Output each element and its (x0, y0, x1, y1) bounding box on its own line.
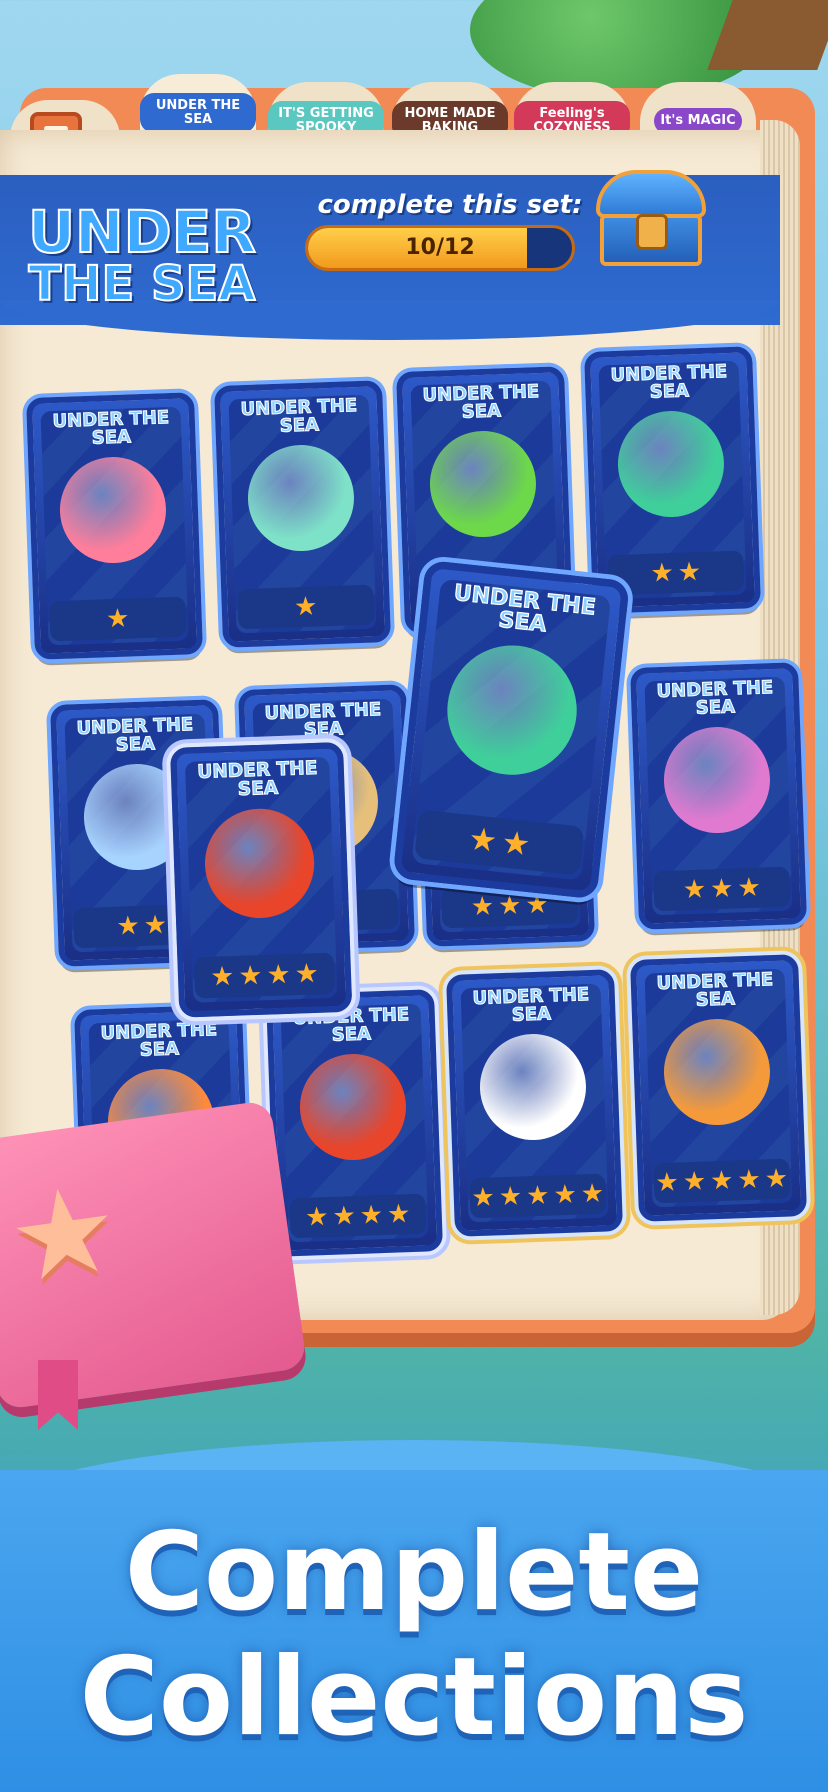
star-icon: ★ (709, 873, 734, 905)
star-icon: ★ (386, 1199, 411, 1230)
featured-crab-card[interactable]: UNDER THE SEA ★ ★ ★ ★ (170, 741, 353, 1018)
bunny-diver-card[interactable]: UNDER THE SEA ★ ★ ★ ★ ★ (446, 969, 624, 1237)
set-progress-text: 10/12 (405, 235, 475, 260)
star-icon: ★ (736, 872, 762, 904)
star-icon: ★ (497, 890, 522, 922)
star-icon: ★ (655, 1167, 680, 1199)
star-icon: ★ (471, 1182, 496, 1214)
crab-card[interactable]: UNDER THE SEA ★ ★ ★ ★ (266, 989, 444, 1257)
star-icon: ★ (677, 557, 702, 588)
promo-title-line2: Collections (79, 1635, 749, 1760)
pink-coral-card[interactable]: UNDER THE SEA ★ ★ ★ (630, 662, 808, 930)
card-set-label: UNDER THE SEA (656, 677, 774, 720)
bookmark-ribbon (38, 1360, 78, 1430)
card-set-label: UNDER THE SEA (422, 381, 540, 424)
card-star-rating: ★ ★ ★ ★ ★ (469, 1173, 607, 1219)
shell-card[interactable]: UNDER THE SEA ★ (26, 392, 204, 660)
card-star-rating: ★ (237, 584, 375, 630)
card-set-label: UNDER THE SEA (656, 969, 774, 1012)
star-icon: ★ (649, 558, 675, 589)
star-icon: ★ (682, 874, 707, 906)
star-icon: ★ (304, 1201, 329, 1233)
star-icon: ★ (552, 1179, 578, 1211)
cat-card[interactable]: UNDER THE SEA ★ ★ ★ ★ ★ (630, 954, 808, 1222)
featured-striped-fish-card[interactable]: UNDER THE SEA ★ ★ (392, 560, 630, 900)
complete-set-label: complete this set: (317, 190, 583, 220)
card-set-label: UNDER THE SEA (472, 984, 590, 1027)
star-icon: ★ (525, 1180, 550, 1212)
star-icon: ★ (143, 910, 168, 941)
star-icon: ★ (764, 1163, 789, 1195)
card-set-label: UNDER THE SEA (610, 361, 728, 404)
star-icon: ★ (736, 1164, 762, 1196)
star-icon: ★ (237, 960, 263, 992)
star-icon: ★ (115, 911, 141, 942)
star-icon: ★ (709, 1165, 734, 1197)
card-star-rating: ★ (49, 596, 187, 642)
set-logo-line2: THE SEA (28, 256, 257, 312)
card-star-rating: ★★ (607, 550, 745, 596)
coral-card[interactable]: UNDER THE SEA ★ (214, 380, 392, 648)
star-icon: ★ (466, 821, 499, 861)
star-icon: ★ (498, 1181, 523, 1213)
set-progress-bar: 10/12 (305, 225, 575, 271)
star-icon: ★ (0, 1158, 127, 1311)
star-icon: ★ (499, 824, 532, 864)
lock-icon (636, 214, 668, 250)
star-icon: ★ (580, 1178, 605, 1210)
card-set-label: UNDER THE SEA (52, 407, 170, 450)
card-star-rating: ★ ★ ★ ★ (193, 952, 336, 999)
star-icon: ★ (294, 958, 320, 990)
star-icon: ★ (266, 959, 292, 991)
reward-chest-icon[interactable] (596, 170, 706, 270)
card-set-label: UNDER THE SEA (100, 1019, 218, 1062)
star-icon: ★ (682, 1166, 707, 1198)
set-logo: UNDER THE SEA (12, 200, 272, 312)
star-icon: ★ (293, 591, 318, 623)
star-icon: ★ (524, 889, 550, 921)
tab-label: UNDER THE SEA (140, 93, 256, 133)
star-icon: ★ (331, 1201, 357, 1232)
star-icon: ★ (359, 1200, 384, 1231)
card-set-label: UNDER THE SEA (264, 699, 382, 742)
card-set-label: UNDER THE SEA (196, 757, 318, 801)
card-star-rating: ★★★ (653, 866, 791, 912)
card-star-rating: ★ ★ ★ ★ (289, 1193, 427, 1239)
star-icon: ★ (105, 603, 130, 635)
striped-fish-card[interactable]: UNDER THE SEA ★ ★ (584, 346, 762, 614)
set-logo-line1: UNDER (27, 198, 257, 266)
promo-title-line1: Complete (124, 1510, 704, 1635)
card-set-label: UNDER THE SEA (240, 395, 358, 438)
card-star-rating: ★ ★ ★ ★ ★ (653, 1158, 791, 1204)
star-icon: ★ (470, 891, 495, 923)
star-icon: ★ (209, 961, 235, 993)
